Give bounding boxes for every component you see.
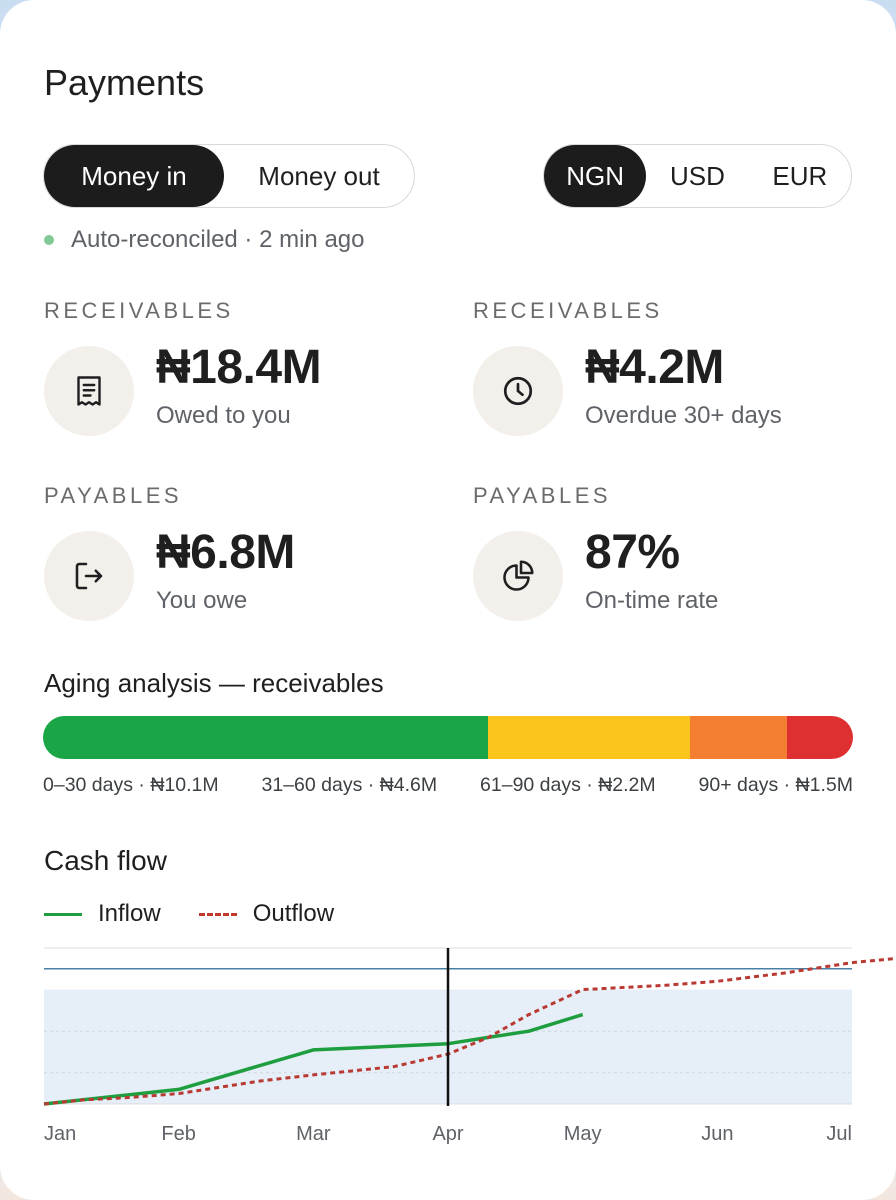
kpi-category: RECEIVABLES [44,298,234,323]
x-tick-label: Apr [432,1123,463,1145]
clock-icon [473,346,563,436]
cash-flow-title: Cash flow [44,845,167,876]
x-tick-label: Mar [296,1123,331,1145]
kpi-value: 87% [585,526,680,579]
aging-label: 31–60 days · ₦4.6M [261,774,438,796]
aging-labels: 0–30 days · ₦10.1M 31–60 days · ₦4.6M 61–9… [43,774,853,797]
status-dot-icon [44,235,54,245]
status-text: Auto-reconciled · 2 min ago [71,226,365,253]
kpi-category: PAYABLES [473,483,612,508]
currency-toggle[interactable]: NGN USD EUR [543,144,852,208]
kpi-category: RECEIVABLES [473,298,663,323]
currency-usd-option[interactable]: USD [646,145,748,207]
cash-flow-chart[interactable]: Jan Feb Mar Apr May Jun Jul [0,930,896,1155]
pie-chart-icon [473,531,563,621]
kpi-value: ₦18.4M [156,341,322,394]
inflow-swatch [44,912,82,916]
kpi-value: ₦4.2M [585,341,724,394]
kpi-value: ₦6.8M [156,526,295,579]
x-tick-label: Jul [826,1123,852,1145]
payments-card: Payments Money in Money out NGN USD EUR … [0,0,896,1200]
legend-inflow-label: Inflow [98,900,161,927]
legend-outflow-label: Outflow [252,900,335,927]
reconcile-status: Auto-reconciled · 2 min ago [44,226,364,254]
kpi-caption: You owe [156,587,248,614]
x-tick-label: Jan [44,1123,76,1145]
aging-segment[interactable] [786,716,853,759]
cash-flow-legend: Inflow Outflow [44,900,372,928]
receipt-icon [44,346,134,436]
legend-outflow[interactable]: Outflow [198,900,335,928]
money-in-option[interactable]: Money in [44,145,224,207]
aging-label: 0–30 days · ₦10.1M [43,774,219,796]
aging-bar [43,716,853,759]
kpi-caption: On-time rate [585,587,719,614]
outflow-swatch [198,912,237,916]
logout-arrow-icon [44,531,134,621]
money-direction-toggle[interactable]: Money in Money out [43,144,415,208]
kpi-caption: Overdue 30+ days [585,402,782,429]
aging-segment[interactable] [690,716,787,759]
currency-eur-option[interactable]: EUR [749,145,851,207]
aging-segment[interactable] [43,716,488,759]
aging-label: 90+ days · ₦1.5M [698,774,853,796]
kpi-on-time-rate[interactable]: PAYABLES 87% On-time rate [473,483,873,633]
x-tick-label: May [564,1123,602,1145]
kpi-category: PAYABLES [44,483,183,508]
kpi-you-owe[interactable]: PAYABLES ₦6.8M You owe [44,483,444,633]
aging-title: Aging analysis — receivables [44,668,384,698]
x-tick-label: Jun [701,1123,733,1145]
aging-segment[interactable] [487,716,691,759]
kpi-overdue[interactable]: RECEIVABLES ₦4.2M Overdue 30+ days [473,298,873,448]
page-title: Payments [44,62,205,103]
x-tick-label: Feb [161,1123,195,1145]
currency-ngn-option[interactable]: NGN [544,145,647,207]
kpi-owed-to-you[interactable]: RECEIVABLES ₦18.4M Owed to you [44,298,444,448]
kpi-caption: Owed to you [156,402,291,429]
legend-inflow[interactable]: Inflow [44,900,161,928]
aging-label: 61–90 days · ₦2.2M [480,774,656,796]
money-out-option[interactable]: Money out [224,145,414,207]
